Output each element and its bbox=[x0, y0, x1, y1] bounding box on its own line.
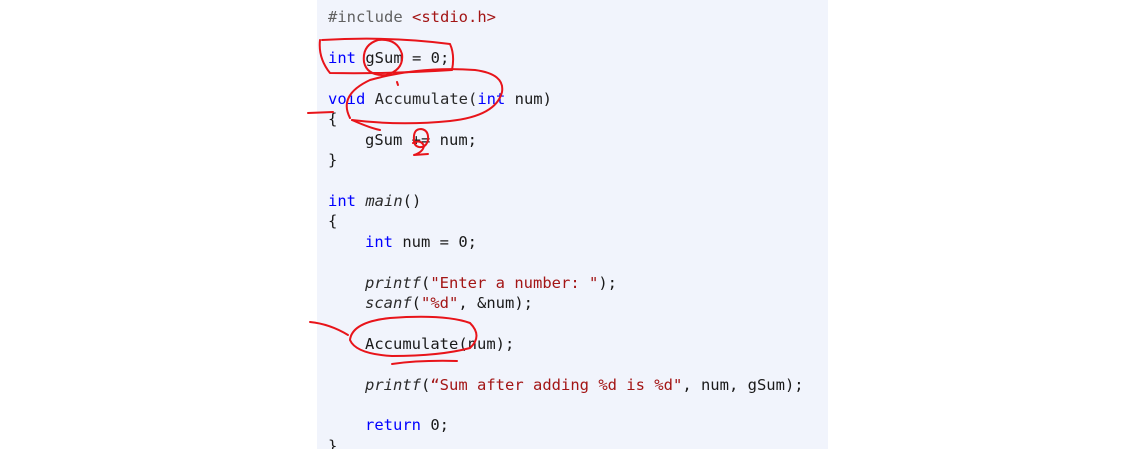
printf-args: , num, gSum); bbox=[682, 376, 804, 394]
code-line-main-close-brace: } bbox=[328, 436, 337, 449]
code-line-function-signature: void Accumulate(int num) bbox=[328, 89, 552, 109]
function-name-printf: printf bbox=[365, 274, 421, 292]
string-literal: "Enter a number: " bbox=[430, 274, 599, 292]
code-editor-panel: #include <stdio.h> int gSum = 0; void Ac… bbox=[317, 0, 828, 449]
code-line-include: #include <stdio.h> bbox=[328, 7, 496, 27]
keyword-int: int bbox=[365, 233, 393, 251]
code-line-local-var: int num = 0; bbox=[328, 232, 477, 252]
code-line-accumulate-call: Accumulate(num); bbox=[328, 334, 514, 354]
function-name-main: main bbox=[365, 192, 403, 210]
code-line-accumulate-body: gSum += num; bbox=[328, 130, 477, 150]
code-line-main-open-brace: { bbox=[328, 211, 337, 231]
open-paren: ( bbox=[421, 376, 431, 394]
main-parens: () bbox=[402, 192, 422, 210]
code-line-global-var: int gSum = 0; bbox=[328, 48, 449, 68]
global-var-decl: gSum = 0; bbox=[356, 49, 450, 67]
keyword-int: int bbox=[328, 192, 356, 210]
code-line-open-brace: { bbox=[328, 109, 337, 129]
code-line-printf-prompt: printf("Enter a number: "); bbox=[328, 273, 617, 293]
string-literal: "%d" bbox=[421, 294, 459, 312]
function-name-scanf: scanf bbox=[365, 294, 412, 312]
include-header: <stdio.h> bbox=[412, 8, 496, 26]
code-line-main-signature: int main() bbox=[328, 191, 421, 211]
close-brace: } bbox=[328, 437, 338, 449]
keyword-return: return bbox=[365, 416, 421, 434]
screenshot-stage: #include <stdio.h> int gSum = 0; void Ac… bbox=[0, 0, 1138, 449]
function-name-accumulate: Accumulate( bbox=[365, 90, 478, 108]
keyword-int: int bbox=[328, 49, 356, 67]
local-var-decl: num = 0; bbox=[393, 233, 477, 251]
param-type-int: int bbox=[477, 90, 506, 108]
return-value: 0; bbox=[421, 416, 449, 434]
keyword-void: void bbox=[328, 90, 366, 108]
accumulate-statement: gSum += num; bbox=[365, 131, 477, 149]
code-line-scanf: scanf("%d", &num); bbox=[328, 293, 533, 313]
code-line-printf-result: printf(“Sum after adding %d is %d", num,… bbox=[328, 375, 804, 395]
open-paren: ( bbox=[421, 274, 431, 292]
scanf-args: , &num); bbox=[458, 294, 533, 312]
param-name: num) bbox=[505, 90, 552, 108]
open-brace: { bbox=[328, 212, 338, 230]
code-line-return: return 0; bbox=[328, 415, 449, 435]
function-name-printf: printf bbox=[365, 376, 421, 394]
open-paren: ( bbox=[411, 294, 422, 312]
accumulate-call: Accumulate(num); bbox=[365, 335, 515, 353]
close-brace: } bbox=[328, 151, 338, 169]
string-literal: “Sum after adding %d is %d" bbox=[430, 376, 683, 394]
code-line-close-brace: } bbox=[328, 150, 337, 170]
open-brace: { bbox=[328, 110, 338, 128]
close-paren: ); bbox=[598, 274, 617, 292]
preprocessor-directive: #include bbox=[328, 8, 403, 26]
